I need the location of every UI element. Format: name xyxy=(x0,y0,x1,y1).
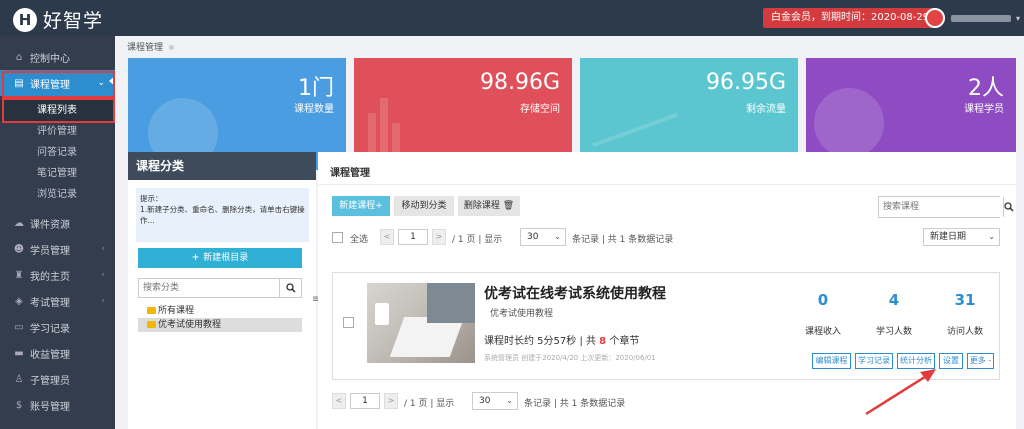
annotation-arrow xyxy=(865,369,936,416)
